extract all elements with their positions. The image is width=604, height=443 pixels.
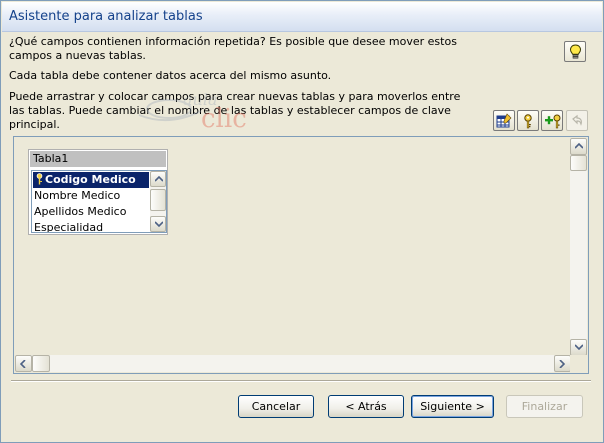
- field-list[interactable]: Codigo Medico Nombre Medico Apellidos Me…: [31, 170, 167, 233]
- cancel-button[interactable]: Cancelar: [238, 395, 314, 418]
- chevron-up-icon: [575, 143, 583, 149]
- field-list-scrollbar[interactable]: [150, 171, 166, 232]
- undo-icon: [572, 114, 582, 126]
- field-label: Codigo Medico: [45, 173, 136, 186]
- chevron-left-icon: [20, 360, 26, 368]
- tables-area[interactable]: Tabla1 Codigo Medico Nombre Medico Apell…: [13, 136, 589, 374]
- next-button[interactable]: Siguiente >: [411, 395, 494, 418]
- chevron-down-icon: [575, 344, 583, 350]
- table-card[interactable]: Tabla1 Codigo Medico Nombre Medico Apell…: [28, 149, 168, 235]
- vertical-scroll-thumb[interactable]: [570, 155, 587, 171]
- tips-button[interactable]: [564, 41, 586, 62]
- instruction-drag: Puede arrastrar y colocar campos para cr…: [9, 90, 461, 131]
- lightbulb-icon: [569, 44, 582, 59]
- field-label: Nombre Medico: [34, 189, 121, 202]
- title-bar: Asistente para analizar tablas: [2, 2, 602, 32]
- footer-divider: [11, 380, 591, 382]
- primary-key-icon: [36, 173, 43, 185]
- finish-button[interactable]: Finalizar: [506, 395, 583, 418]
- chevron-up-icon: [155, 176, 163, 182]
- scroll-down-button[interactable]: [570, 339, 587, 356]
- field-item-apellidos-medico[interactable]: Apellidos Medico: [33, 204, 149, 220]
- field-label: Especialidad: [34, 221, 104, 233]
- set-primary-key-button[interactable]: [517, 110, 539, 131]
- field-label: Apellidos Medico: [34, 205, 127, 218]
- key-icon: [524, 114, 532, 129]
- add-generated-key-button[interactable]: [541, 110, 563, 131]
- add-key-icon: [545, 114, 561, 129]
- rename-table-icon: [496, 113, 512, 128]
- field-list-scroll-down[interactable]: [150, 216, 166, 232]
- field-list-scroll-thumb[interactable]: [150, 189, 166, 211]
- rename-table-button[interactable]: [493, 110, 515, 131]
- scroll-up-button[interactable]: [570, 138, 587, 155]
- field-item-nombre-medico[interactable]: Nombre Medico: [33, 188, 149, 204]
- chevron-down-icon: [155, 221, 163, 227]
- scroll-right-button[interactable]: [554, 355, 571, 372]
- instruction-question: ¿Qué campos contienen información repeti…: [9, 35, 457, 62]
- horizontal-scrollbar[interactable]: [15, 355, 571, 372]
- chevron-right-icon: [559, 360, 565, 368]
- scrollbar-corner: [570, 355, 587, 372]
- field-list-scroll-up[interactable]: [150, 171, 166, 187]
- undo-button[interactable]: [566, 110, 588, 131]
- table-name[interactable]: Tabla1: [30, 151, 166, 167]
- scroll-left-button[interactable]: [15, 355, 32, 372]
- vertical-scrollbar[interactable]: [570, 138, 587, 356]
- field-item-especialidad[interactable]: Especialidad: [33, 220, 149, 233]
- back-button[interactable]: < Atrás: [328, 395, 404, 418]
- field-item-codigo-medico[interactable]: Codigo Medico: [33, 172, 149, 188]
- horizontal-scroll-thumb[interactable]: [32, 355, 50, 372]
- window-title: Asistente para analizar tablas: [9, 9, 203, 24]
- wizard-window: Asistente para analizar tablas ¿Qué camp…: [0, 0, 604, 443]
- instruction-subject: Cada tabla debe contener datos acerca de…: [9, 69, 332, 82]
